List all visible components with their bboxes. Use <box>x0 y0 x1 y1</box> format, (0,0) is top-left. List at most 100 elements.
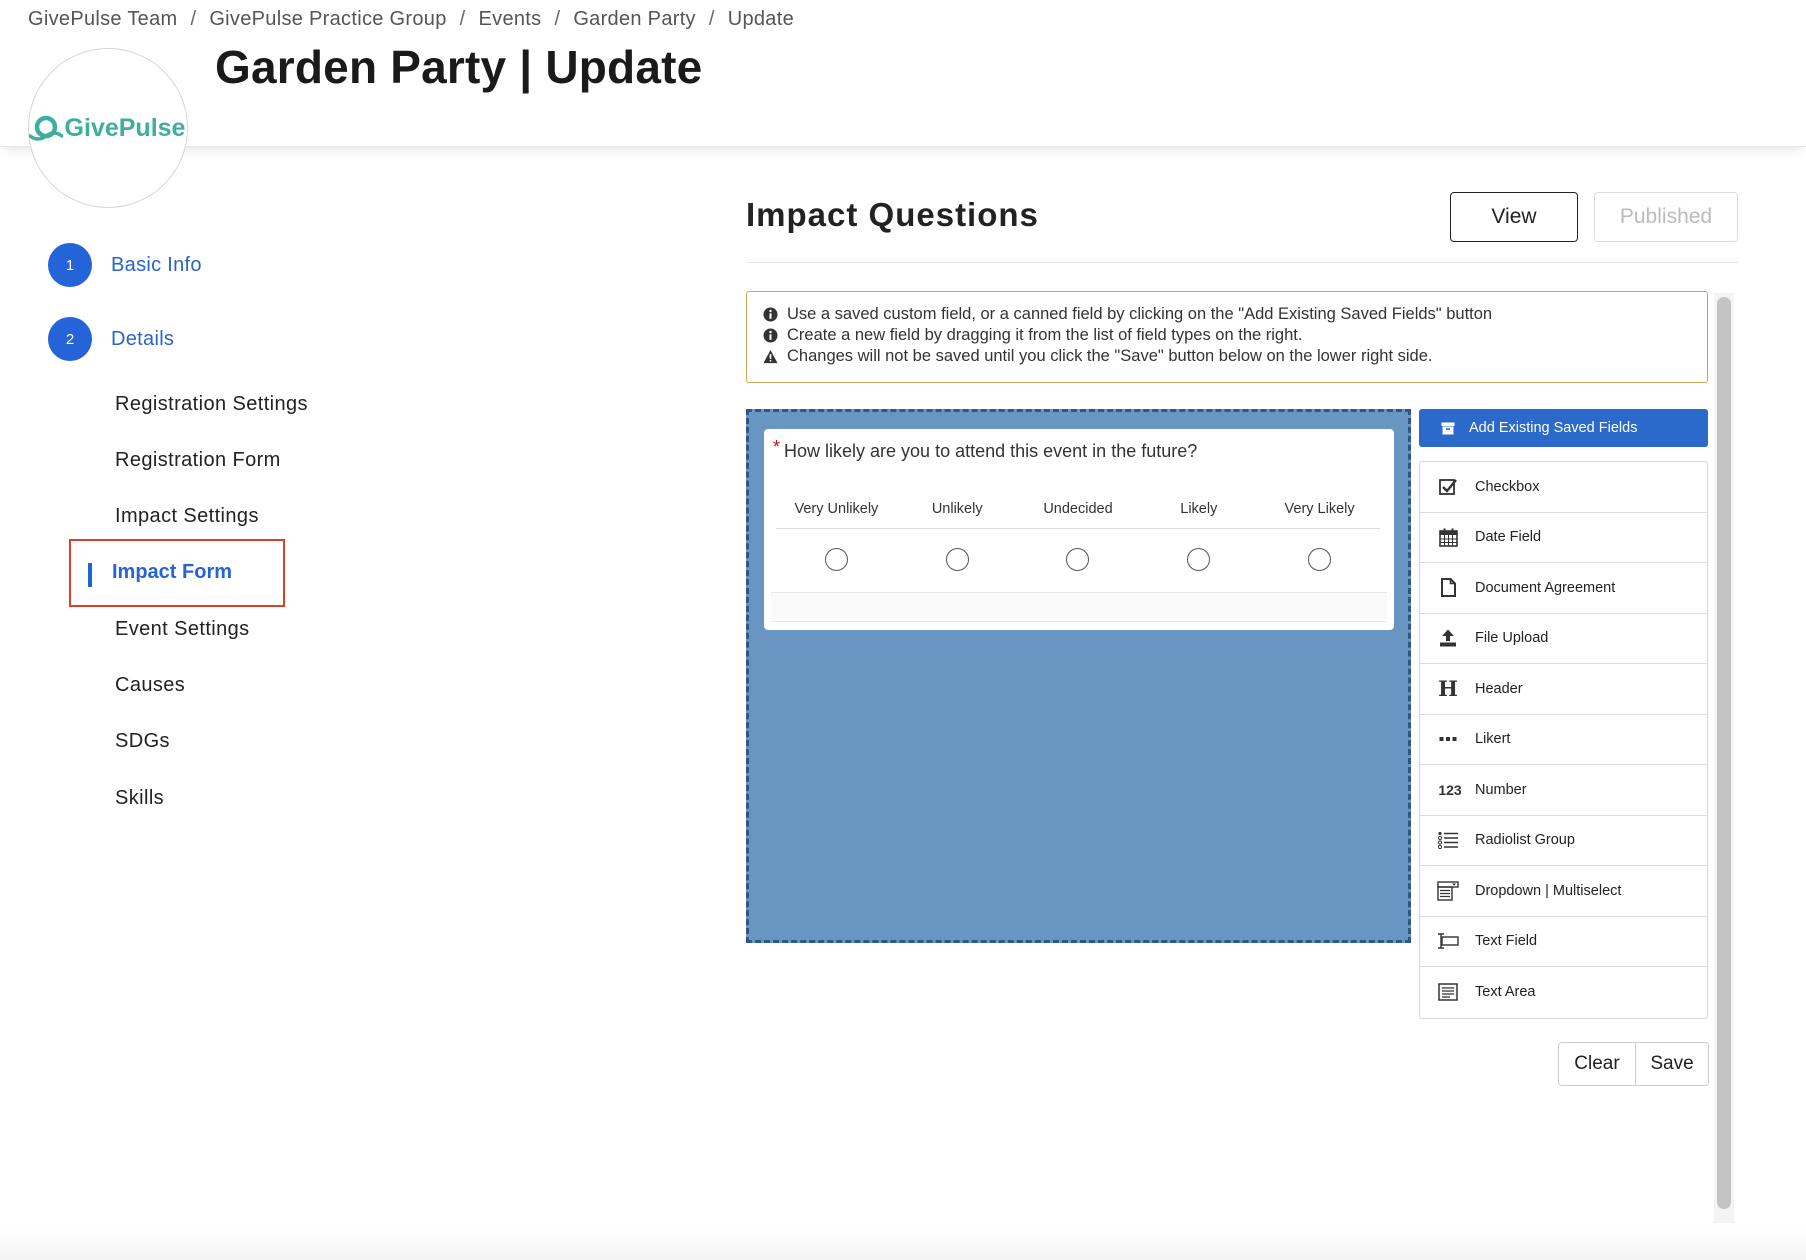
page-header: GivePulse Team / GivePulse Practice Grou… <box>0 0 1806 147</box>
info-icon <box>763 307 778 322</box>
checkbox-icon <box>1437 476 1459 498</box>
breadcrumb-event[interactable]: Garden Party <box>573 8 696 31</box>
avatar[interactable]: GivePulse <box>28 48 188 208</box>
likert-radio-unlikely[interactable] <box>945 547 969 571</box>
section-title: Impact Questions <box>746 196 1039 233</box>
field-type-label: Header <box>1475 680 1523 697</box>
breadcrumb-separator: / <box>708 8 715 30</box>
likert-scale: Very Unlikely Unlikely Undecided Likely … <box>776 501 1380 589</box>
add-existing-saved-fields-button[interactable]: Add Existing Saved Fields <box>1419 409 1708 447</box>
field-type-label: Likert <box>1475 731 1511 748</box>
step-label[interactable]: Details <box>111 328 174 351</box>
likert-radios <box>776 529 1380 589</box>
sidebar-item-label: Impact Form <box>112 561 233 583</box>
breadcrumb-current: Update <box>727 8 795 30</box>
breadcrumb-separator: / <box>554 8 561 30</box>
add-existing-label: Add Existing Saved Fields <box>1469 420 1638 436</box>
field-type-likert[interactable]: Likert <box>1420 715 1707 765</box>
sidebar-item-impact-form[interactable]: Impact Form <box>69 539 285 607</box>
field-type-checkbox[interactable]: Checkbox <box>1420 462 1707 513</box>
likert-option-label: Undecided <box>1043 501 1113 517</box>
textarea-icon <box>1437 981 1459 1003</box>
scrollbar-thumb[interactable] <box>1717 297 1731 1209</box>
archive-icon <box>1441 422 1455 435</box>
header-icon: H <box>1438 676 1458 702</box>
textfield-icon <box>1437 930 1459 952</box>
likert-option-label: Unlikely <box>931 501 983 517</box>
field-type-file-upload[interactable]: File Upload <box>1420 614 1707 664</box>
field-type-label: Text Area <box>1475 984 1536 1001</box>
field-type-label: Number <box>1475 781 1527 798</box>
list-icon <box>1437 829 1459 851</box>
notice-text: Create a new field by dragging it from t… <box>787 326 1303 344</box>
number-icon: 123 <box>1438 781 1462 798</box>
step-basic-info[interactable]: 1 Basic Info <box>48 243 202 287</box>
field-type-radiolist-group[interactable]: Radiolist Group <box>1420 816 1707 866</box>
published-button[interactable]: Published <box>1594 192 1738 242</box>
breadcrumb-team[interactable]: GivePulse Team <box>28 8 177 31</box>
field-type-palette: Checkbox Date Field Document Agreement F… <box>1419 461 1708 1019</box>
field-type-text-field[interactable]: Text Field <box>1420 917 1707 967</box>
notice-line: Create a new field by dragging it from t… <box>763 325 1707 346</box>
field-type-document-agreement[interactable]: Document Agreement <box>1420 563 1707 614</box>
likert-question-card[interactable]: * How likely are you to attend this event… <box>764 429 1394 630</box>
sidebar-item-causes[interactable]: Causes <box>115 674 185 697</box>
clear-button[interactable]: Clear <box>1559 1043 1636 1085</box>
warning-icon <box>763 349 778 364</box>
ellipsis-icon <box>1437 728 1459 750</box>
field-type-dropdown[interactable]: Dropdown | Multiselect <box>1420 866 1707 917</box>
logo-mark-icon <box>28 115 63 141</box>
field-type-label: Document Agreement <box>1475 579 1616 596</box>
likert-radio-likely[interactable] <box>1187 547 1211 571</box>
givepulse-logo: GivePulse <box>28 113 186 143</box>
dropdown-icon <box>1437 880 1459 902</box>
step-label[interactable]: Basic Info <box>111 254 202 277</box>
likert-radio-very-unlikely[interactable] <box>824 547 848 571</box>
view-button[interactable]: View <box>1450 192 1578 242</box>
step-number: 1 <box>48 243 92 287</box>
required-marker: * <box>773 437 781 457</box>
notice-line: Use a saved custom field, or a canned fi… <box>763 304 1707 325</box>
question-footer <box>771 592 1387 622</box>
likert-radio-undecided[interactable] <box>1066 547 1090 571</box>
question-title: * How likely are you to attend this event… <box>773 437 1197 462</box>
step-details[interactable]: 2 Details <box>48 317 174 361</box>
calendar-icon <box>1437 526 1459 548</box>
field-type-date[interactable]: Date Field <box>1420 513 1707 563</box>
breadcrumb-events[interactable]: Events <box>479 8 542 31</box>
sidebar-item-registration-form[interactable]: Registration Form <box>115 449 281 472</box>
field-type-label: Checkbox <box>1475 478 1540 495</box>
field-type-label: Dropdown | Multiselect <box>1475 882 1622 899</box>
breadcrumb-group[interactable]: GivePulse Practice Group <box>209 8 446 31</box>
notice-text: Use a saved custom field, or a canned fi… <box>787 305 1493 323</box>
step-number: 2 <box>48 317 92 361</box>
form-dropzone[interactable]: * How likely are you to attend this event… <box>746 409 1411 943</box>
divider <box>746 262 1739 263</box>
active-indicator <box>88 563 92 587</box>
likert-option-label: Very Unlikely <box>794 501 879 517</box>
breadcrumb-separator: / <box>190 8 197 30</box>
logo-text: GivePulse <box>64 113 186 142</box>
field-type-number[interactable]: 123 Number <box>1420 765 1707 816</box>
likert-option-label: Likely <box>1180 501 1218 517</box>
field-type-label: Text Field <box>1475 933 1538 950</box>
field-type-header[interactable]: H Header <box>1420 664 1707 715</box>
info-icon <box>763 328 778 343</box>
breadcrumb-separator: / <box>459 8 466 30</box>
likert-option-label: Very Likely <box>1284 501 1355 517</box>
page-title: Garden Party | Update <box>215 41 703 93</box>
field-type-text-area[interactable]: Text Area <box>1420 967 1707 1018</box>
sidebar-item-sdgs[interactable]: SDGs <box>115 730 170 753</box>
sidebar-item-event-settings[interactable]: Event Settings <box>115 618 250 641</box>
sidebar-item-impact-settings[interactable]: Impact Settings <box>115 505 259 528</box>
document-icon <box>1437 577 1459 599</box>
likert-radio-very-likely[interactable] <box>1308 547 1332 571</box>
page-bottom-edge <box>0 1228 1806 1260</box>
sidebar-item-registration-settings[interactable]: Registration Settings <box>115 393 308 416</box>
instructions-notice: Use a saved custom field, or a canned fi… <box>746 291 1708 383</box>
sidebar-item-skills[interactable]: Skills <box>115 787 164 810</box>
save-button[interactable]: Save <box>1636 1043 1708 1085</box>
field-type-label: Date Field <box>1475 529 1542 546</box>
notice-line: Changes will not be saved until you clic… <box>763 346 1707 367</box>
field-type-label: Radiolist Group <box>1475 832 1575 849</box>
